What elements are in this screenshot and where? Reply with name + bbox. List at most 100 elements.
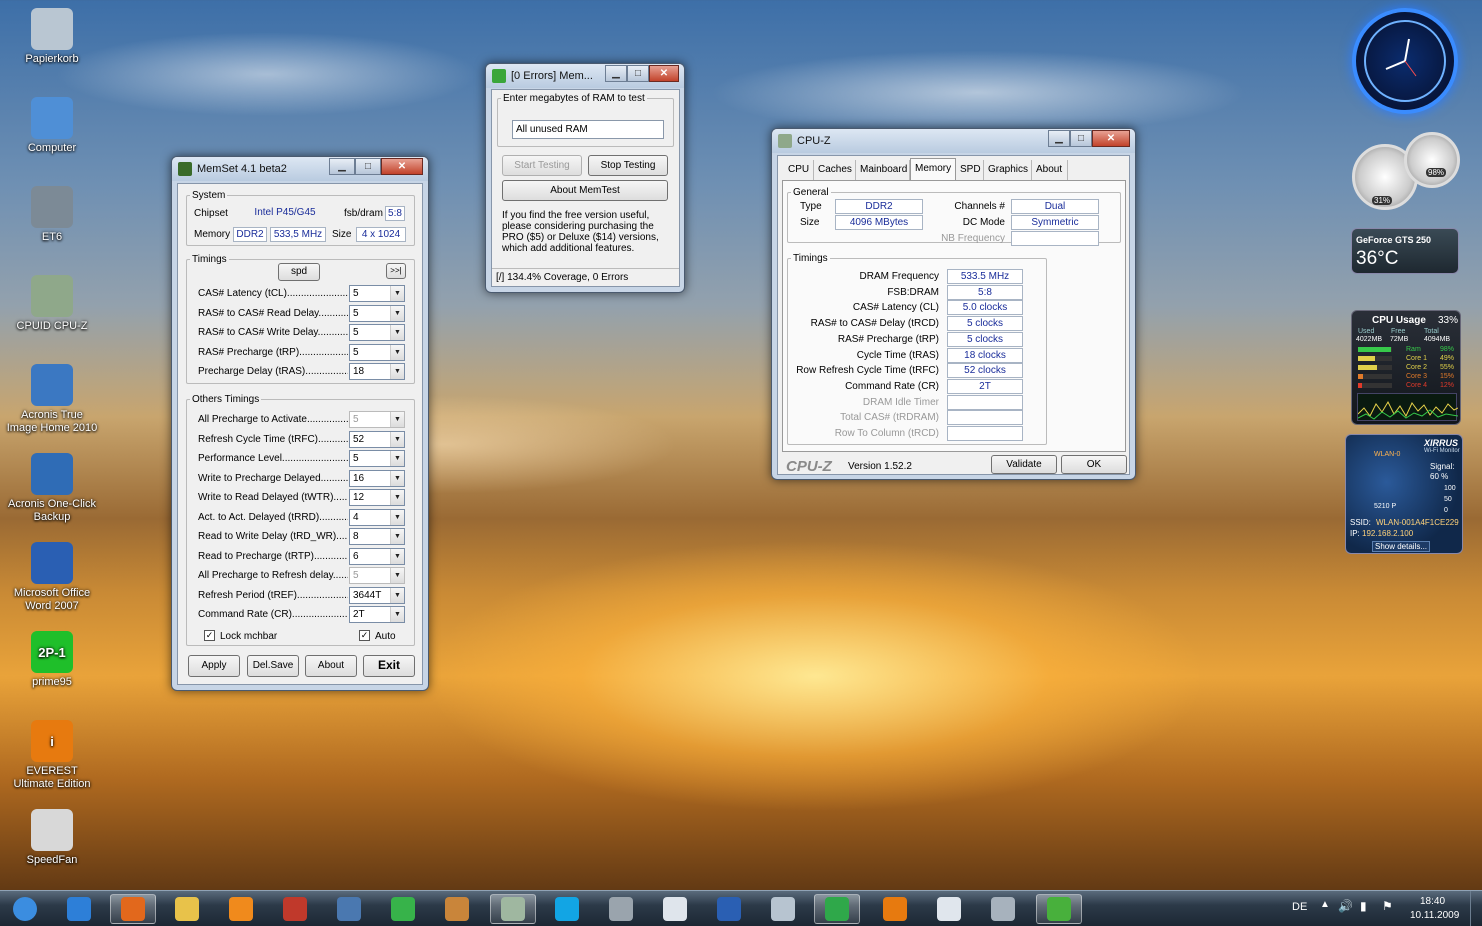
auto-checkbox[interactable]: ✓ xyxy=(359,630,370,641)
desktop-icon-9[interactable]: SpeedFan xyxy=(6,809,98,867)
tab-spd[interactable]: SPD xyxy=(956,160,984,180)
chevron-down-icon: ▼ xyxy=(390,344,404,360)
clock-date[interactable]: 10.11.2009 xyxy=(1410,910,1459,921)
desktop-icon-0[interactable]: Papierkorb xyxy=(6,8,98,66)
tray-show-hidden-icon[interactable]: ▲ xyxy=(1320,899,1330,910)
others-select[interactable]: 52 ▼ xyxy=(349,430,405,448)
timings-select[interactable]: 5 ▼ xyxy=(349,285,405,302)
clock-time[interactable]: 18:40 xyxy=(1420,896,1445,907)
timings-select[interactable]: 18 ▼ xyxy=(349,363,405,380)
start-testing-button[interactable]: Start Testing xyxy=(502,155,582,176)
wifi-gadget[interactable]: XIRRUS Wi-Fi Monitor WLAN-0 5210 P Signa… xyxy=(1345,434,1463,554)
taskbar-button-0[interactable] xyxy=(2,894,48,924)
volume-icon[interactable]: 🔊 xyxy=(1338,899,1353,913)
tab-cpu[interactable]: CPU xyxy=(784,160,814,180)
lock-mchbar-checkbox[interactable]: ✓ xyxy=(204,630,215,641)
show-details-button[interactable]: Show details... xyxy=(1372,541,1431,552)
others-select[interactable]: 2T ▼ xyxy=(349,606,405,623)
network-signal-icon[interactable]: ▮ xyxy=(1360,899,1367,913)
desktop-icon-6[interactable]: Microsoft Office Word 2007 xyxy=(6,542,98,613)
cpu-usage-gadget[interactable]: CPU Usage 33% Used 4022MB Free 72MB Total 409… xyxy=(1351,310,1461,425)
desktop-icon-4[interactable]: Acronis True Image Home 2010 xyxy=(6,364,98,435)
taskbar-button-16[interactable] xyxy=(872,894,918,924)
minimize-button[interactable]: ▁ xyxy=(329,158,355,175)
others-select[interactable]: 12 ▼ xyxy=(349,489,405,506)
meters-gadget[interactable]: 31% 98% xyxy=(1350,130,1462,210)
show-desktop-button[interactable] xyxy=(1470,891,1482,926)
taskbar-button-1[interactable] xyxy=(56,894,102,924)
desktop-icon-1[interactable]: Computer xyxy=(6,97,98,155)
taskbar-button-14[interactable] xyxy=(760,894,806,924)
others-select[interactable]: 4 ▼ xyxy=(349,508,405,526)
others-select[interactable]: 6 ▼ xyxy=(349,547,405,565)
expand-button[interactable]: >>| xyxy=(386,263,406,279)
taskbar-button-10[interactable] xyxy=(544,894,590,924)
validate-button[interactable]: Validate xyxy=(991,455,1057,474)
tab-about[interactable]: About xyxy=(1032,160,1068,180)
taskbar-button-5[interactable] xyxy=(272,894,318,924)
desktop-icon-8[interactable]: i EVEREST Ultimate Edition xyxy=(6,720,98,791)
taskbar-button-8[interactable] xyxy=(434,894,480,924)
desktop-icon-3[interactable]: CPUID CPU-Z xyxy=(6,275,98,333)
about-memtest-button[interactable]: About MemTest xyxy=(502,180,668,201)
taskbar-button-13[interactable] xyxy=(706,894,752,924)
timings-select[interactable]: 5 ▼ xyxy=(349,343,405,361)
taskbar-button-17[interactable] xyxy=(926,894,972,924)
language-indicator[interactable]: DE xyxy=(1292,901,1307,913)
minimize-button[interactable]: ▁ xyxy=(1048,130,1070,147)
taskbar-button-6[interactable] xyxy=(326,894,372,924)
others-select[interactable]: 5 ▼ xyxy=(349,450,405,467)
desktop-icon-2[interactable]: ET6 xyxy=(6,186,98,244)
desktop-icon-label: Acronis One-Click Backup xyxy=(7,498,97,523)
desktop-icon-7[interactable]: 2P-1 prime95 xyxy=(6,631,98,689)
taskbar-button-4[interactable] xyxy=(218,894,264,924)
maximize-button[interactable]: □ xyxy=(627,65,649,82)
taskbar-button-12[interactable] xyxy=(652,894,698,924)
tab-caches[interactable]: Caches xyxy=(814,160,856,180)
timings-select[interactable]: 5 ▼ xyxy=(349,324,405,341)
desktop-icon-5[interactable]: Acronis One-Click Backup xyxy=(6,453,98,524)
others-select[interactable]: 5 ▼ xyxy=(349,411,405,428)
chevron-down-icon: ▼ xyxy=(390,412,404,427)
taskbar-button-9[interactable] xyxy=(490,894,536,924)
stop-testing-button[interactable]: Stop Testing xyxy=(588,155,668,176)
tab-memory[interactable]: Memory xyxy=(910,158,956,180)
wifi-sub: Wi-Fi Monitor xyxy=(1424,448,1460,454)
others-select[interactable]: 5 ▼ xyxy=(349,567,405,584)
delsave-button[interactable]: Del.Save xyxy=(247,655,299,677)
tab-graphics[interactable]: Graphics xyxy=(984,160,1032,180)
ok-button[interactable]: OK xyxy=(1061,455,1127,474)
taskbar-button-7[interactable] xyxy=(380,894,426,924)
action-center-flag-icon[interactable]: ⚑ xyxy=(1382,899,1393,913)
about-button[interactable]: About xyxy=(305,655,357,677)
toolbox-icon xyxy=(283,897,307,921)
taskbar-button-2[interactable] xyxy=(110,894,156,924)
ram-input[interactable]: All unused RAM xyxy=(512,120,664,139)
memory-tab-panel: General Type DDR2 Size 4096 MBytes Chann… xyxy=(782,180,1126,452)
maximize-button[interactable]: □ xyxy=(355,158,381,175)
taskbar-button-19[interactable] xyxy=(1036,894,1082,924)
wifi-scale-label: 0 xyxy=(1444,507,1448,514)
close-button[interactable]: ✕ xyxy=(1092,130,1130,147)
apply-button[interactable]: Apply xyxy=(188,655,240,677)
wifi-scale-label: 100 xyxy=(1444,485,1456,492)
timings-select[interactable]: 5 ▼ xyxy=(349,304,405,322)
tab-mainboard[interactable]: Mainboard xyxy=(856,160,910,180)
skype-icon xyxy=(555,897,579,921)
close-button[interactable]: ✕ xyxy=(381,158,423,175)
taskbar-button-18[interactable] xyxy=(980,894,1026,924)
taskbar-button-15[interactable] xyxy=(814,894,860,924)
close-button[interactable]: ✕ xyxy=(649,65,679,82)
ram-meter-value: 98% xyxy=(1426,168,1447,177)
others-select[interactable]: 8 ▼ xyxy=(349,528,405,545)
others-select[interactable]: 16 ▼ xyxy=(349,469,405,487)
gpu-gadget[interactable]: GeForce GTS 250 36°C xyxy=(1351,228,1459,274)
maximize-button[interactable]: □ xyxy=(1070,130,1092,147)
clock-gadget[interactable] xyxy=(1352,8,1458,114)
taskbar-button-3[interactable] xyxy=(164,894,210,924)
others-select[interactable]: 3644T ▼ xyxy=(349,586,405,604)
exit-button[interactable]: Exit xyxy=(363,655,415,677)
minimize-button[interactable]: ▁ xyxy=(605,65,627,82)
spd-button[interactable]: spd xyxy=(278,263,320,281)
taskbar-button-11[interactable] xyxy=(598,894,644,924)
